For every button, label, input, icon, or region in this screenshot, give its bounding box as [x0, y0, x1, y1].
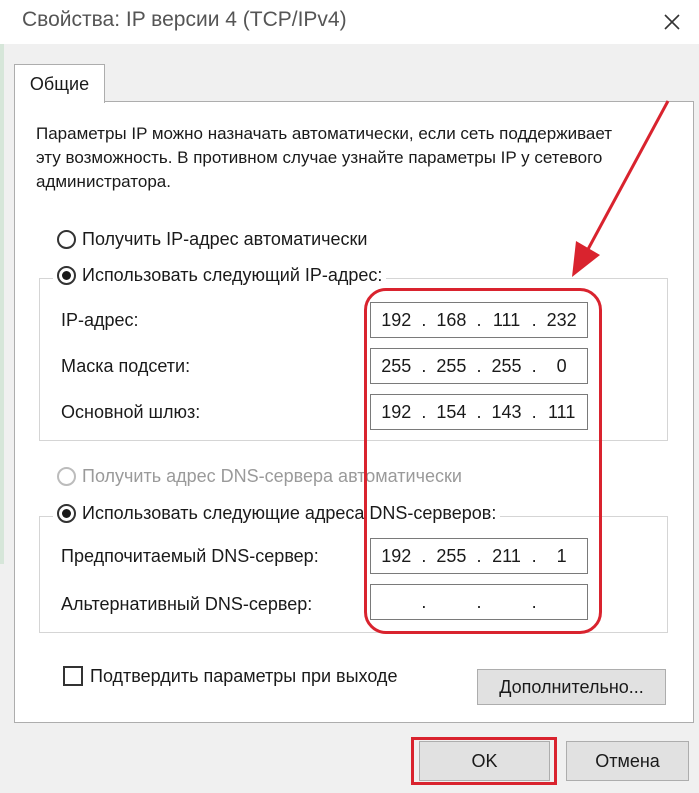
radio-selected-dot: [62, 509, 71, 518]
octet-separator: .: [476, 355, 482, 376]
ip-address-label: IP-адрес:: [61, 310, 139, 330]
preferred-dns-input[interactable]: 192. 255. 211. 1: [370, 538, 588, 574]
octet-separator: .: [531, 545, 537, 566]
radio-dns-auto-label: Получить адрес DNS-сервера автоматически: [82, 466, 462, 486]
octet-separator: .: [421, 309, 427, 330]
octet-2: 168: [436, 309, 467, 330]
octet-1: 192: [381, 309, 412, 330]
octet-1: 192: [381, 401, 412, 422]
validate-on-exit-checkbox[interactable]: [63, 666, 83, 686]
octet-separator: .: [421, 401, 427, 422]
octet-separator: .: [531, 591, 537, 612]
octet-3: 211: [492, 545, 521, 566]
octet-separator: .: [421, 355, 427, 376]
subnet-mask-input[interactable]: 255. 255. 255. 0: [370, 348, 588, 384]
octet-separator: .: [531, 309, 537, 330]
radio-ip-auto[interactable]: Получить IP-адрес автоматически: [57, 229, 368, 250]
octet-4: 232: [546, 309, 577, 330]
octet-3: 255: [491, 355, 522, 376]
annotation-arrow-icon: [572, 100, 670, 277]
octet-separator: .: [421, 591, 427, 612]
preferred-dns-label: Предпочитаемый DNS-сервер:: [61, 546, 319, 566]
default-gateway-input[interactable]: 192. 154. 143. 111: [370, 394, 588, 430]
tab-general[interactable]: Общие: [14, 64, 105, 103]
octet-separator: .: [531, 355, 537, 376]
subnet-mask-label: Маска подсети:: [61, 356, 191, 376]
octet-2: 255: [436, 355, 467, 376]
validate-on-exit-label: Подтвердить параметры при выходе: [90, 666, 398, 686]
description-text: Параметры IP можно назначать автоматичес…: [36, 124, 613, 191]
radio-ip-auto-label: Получить IP-адрес автоматически: [82, 229, 368, 249]
octet-separator: .: [531, 401, 537, 422]
octet-separator: .: [421, 545, 427, 566]
octet-4: 111: [547, 401, 576, 422]
cancel-button[interactable]: Отмена: [566, 741, 689, 781]
octet-1: 255: [381, 355, 412, 376]
radio-ip-manual[interactable]: Использовать следующий IP-адрес:: [53, 265, 387, 286]
octet-3: 143: [491, 401, 522, 422]
octet-2: 255: [436, 545, 467, 566]
radio-dns-manual-label: Использовать следующие адреса DNS-сервер…: [82, 503, 497, 523]
alternate-dns-label: Альтернативный DNS-сервер:: [61, 594, 313, 614]
radio-dns-auto-circle: [57, 467, 76, 486]
background-window-edge: [0, 44, 4, 564]
radio-dns-manual-circle[interactable]: [57, 504, 76, 523]
alternate-dns-input[interactable]: . . .: [370, 584, 588, 620]
radio-ip-auto-circle[interactable]: [57, 230, 76, 249]
octet-separator: .: [476, 545, 482, 566]
octet-separator: .: [476, 309, 482, 330]
close-icon: [664, 14, 680, 30]
advanced-button[interactable]: Дополнительно...: [477, 669, 666, 705]
radio-selected-dot: [62, 271, 71, 280]
ok-button[interactable]: OK: [419, 741, 550, 781]
octet-4: 0: [556, 355, 567, 376]
radio-dns-manual[interactable]: Использовать следующие адреса DNS-сервер…: [53, 503, 501, 524]
octet-separator: .: [476, 591, 482, 612]
default-gateway-label: Основной шлюз:: [61, 402, 201, 422]
octet-4: 1: [556, 545, 567, 566]
tab-general-label: Общие: [29, 73, 90, 94]
octet-separator: .: [476, 401, 482, 422]
radio-ip-manual-circle[interactable]: [57, 266, 76, 285]
octet-2: 154: [436, 401, 467, 422]
octet-1: 192: [381, 545, 412, 566]
radio-dns-auto: Получить адрес DNS-сервера автоматически: [57, 466, 462, 487]
close-button[interactable]: [646, 0, 699, 44]
octet-3: 111: [492, 309, 521, 330]
window-title: Свойства: IP версии 4 (TCP/IPv4): [22, 8, 347, 31]
radio-ip-manual-label: Использовать следующий IP-адрес:: [82, 265, 383, 285]
ip-address-input[interactable]: 192. 168. 111. 232: [370, 302, 588, 338]
